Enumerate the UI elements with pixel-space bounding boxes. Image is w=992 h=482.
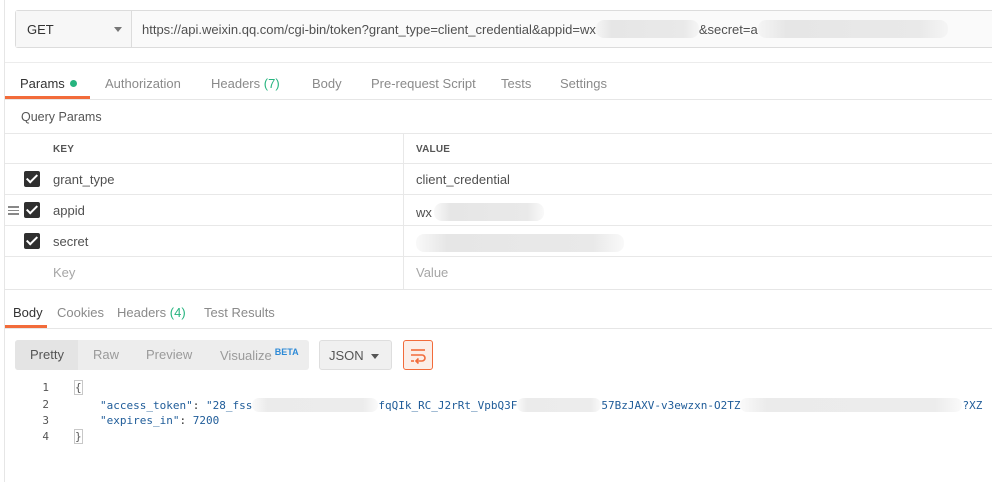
param-key[interactable]: grant_type	[53, 172, 114, 187]
line-number: 3	[42, 414, 49, 427]
key-column-header: KEY	[53, 144, 75, 155]
line-number: 2	[42, 398, 49, 411]
redacted-blur	[517, 398, 602, 412]
tab-response-headers-label: Headers	[117, 305, 167, 320]
method-label: GET	[27, 21, 54, 37]
table-row: secret	[5, 226, 992, 257]
code-line-2: "access_token": "28_fss fqQIk_RC_J2rRt_Vp…	[100, 398, 983, 412]
close-brace: }	[74, 429, 83, 444]
param-value[interactable]	[416, 234, 624, 252]
code-line-3: "expires_in": 7200	[100, 414, 220, 427]
redacted-blur	[252, 398, 379, 412]
value-column-header: VALUE	[416, 144, 451, 155]
request-url-bar: GET https://api.weixin.qq.com/cgi-bin/to…	[15, 10, 992, 48]
tab-response-headers-count: (4)	[169, 305, 186, 320]
url-text-part1: https://api.weixin.qq.com/cgi-bin/token?…	[142, 21, 596, 37]
table-row: grant_type client_credential	[5, 164, 992, 195]
active-response-tab-indicator	[5, 325, 47, 328]
format-visualize[interactable]: Visualize BETA	[220, 347, 299, 363]
redacted-blur	[433, 203, 544, 221]
beta-badge: BETA	[274, 347, 299, 357]
drag-handle-icon[interactable]	[8, 206, 19, 215]
line-number: 1	[42, 381, 49, 394]
tab-pre-request-script[interactable]: Pre-request Script	[371, 76, 476, 91]
json-string: 57BzJAXV-v3ewzxn-O2TZ	[601, 399, 741, 412]
param-value-text: wx	[416, 205, 432, 220]
tab-cookies[interactable]: Cookies	[57, 305, 104, 320]
code-line-4: }	[74, 429, 83, 444]
language-select[interactable]: JSON	[319, 340, 392, 370]
tab-settings[interactable]: Settings	[560, 76, 607, 91]
wrap-lines-icon	[411, 349, 426, 365]
format-pretty[interactable]: Pretty	[30, 347, 64, 362]
redacted-blur	[740, 398, 963, 412]
json-key: "expires_in"	[100, 414, 180, 427]
column-divider	[403, 133, 404, 289]
format-options: Pretty Raw Preview Visualize BETA	[15, 340, 309, 370]
query-params-title: Query Params	[21, 110, 102, 124]
table-row: appid wx	[5, 195, 992, 226]
wrap-lines-button[interactable]	[403, 340, 433, 370]
line-number: 4	[42, 430, 49, 443]
json-string: ?XZ	[962, 399, 983, 412]
row-checkbox[interactable]	[24, 202, 40, 218]
format-visualize-label: Visualize	[220, 348, 272, 363]
tab-test-results[interactable]: Test Results	[204, 305, 275, 320]
request-tabs: Params Authorization Headers (7) Body Pr…	[5, 62, 992, 100]
redacted-blur	[757, 20, 948, 38]
format-preview[interactable]: Preview	[146, 347, 192, 362]
response-tabs: Body Cookies Headers (4) Test Results	[5, 289, 992, 329]
language-select-label: JSON	[329, 348, 364, 363]
status-dot-icon	[69, 80, 77, 87]
open-brace: {	[74, 380, 83, 395]
new-key-input[interactable]: Key	[53, 265, 75, 280]
method-select[interactable]: GET	[16, 11, 132, 47]
url-input[interactable]: https://api.weixin.qq.com/cgi-bin/token?…	[132, 11, 992, 47]
tab-params[interactable]: Params	[20, 76, 77, 91]
table-row-new: Key Value	[5, 257, 992, 288]
param-key[interactable]: secret	[53, 234, 88, 249]
param-key[interactable]: appid	[53, 203, 85, 218]
redacted-blur	[595, 20, 699, 38]
tab-tests[interactable]: Tests	[501, 76, 531, 91]
json-string: fqQIk_RC_J2rRt_VpbQ3F	[378, 399, 518, 412]
json-number: 7200	[192, 414, 220, 427]
tab-response-headers[interactable]: Headers (4)	[117, 305, 186, 320]
tab-authorization[interactable]: Authorization	[105, 76, 181, 91]
code-line-1: {	[74, 380, 83, 395]
row-checkbox[interactable]	[24, 233, 40, 249]
url-text-part2: &secret=a	[698, 21, 758, 37]
param-value[interactable]: client_credential	[416, 172, 510, 187]
params-header-row: KEY VALUE	[5, 133, 992, 164]
param-value[interactable]: wx	[416, 203, 544, 221]
tab-params-label: Params	[20, 76, 65, 91]
chevron-down-icon	[371, 354, 379, 359]
new-value-input[interactable]: Value	[416, 265, 448, 280]
json-key: "access_token"	[100, 399, 193, 412]
json-string: "28_fss	[205, 399, 253, 412]
tab-headers-label: Headers	[211, 76, 261, 91]
chevron-down-icon	[114, 27, 122, 32]
redacted-blur	[416, 234, 624, 252]
tab-body[interactable]: Body	[312, 76, 342, 91]
format-raw[interactable]: Raw	[93, 347, 119, 362]
row-checkbox[interactable]	[24, 171, 40, 187]
tab-headers-count: (7)	[263, 76, 280, 91]
tab-headers[interactable]: Headers (7)	[211, 76, 280, 91]
tab-response-body[interactable]: Body	[13, 305, 43, 320]
active-tab-indicator	[5, 96, 90, 99]
